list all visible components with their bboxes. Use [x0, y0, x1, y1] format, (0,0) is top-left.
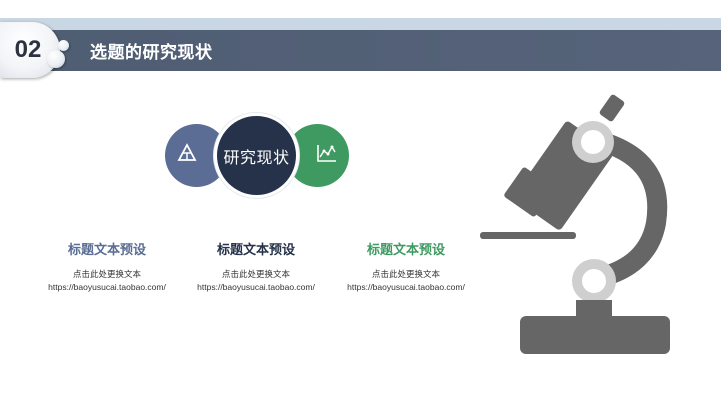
center-circle-label: 研究现状 — [223, 149, 290, 167]
decorative-ball — [47, 50, 65, 68]
column-text-line-1: 点击此处更换文本 — [221, 269, 290, 279]
column-text-line-2: https://baoyusucai.taobao.com/ — [197, 282, 315, 292]
column-title: 标题文本预设 — [67, 242, 146, 257]
column-text-line-1: 点击此处更换文本 — [72, 269, 141, 279]
column-text-line-2: https://baoyusucai.taobao.com/ — [48, 282, 166, 292]
column-title: 标题文本预设 — [366, 242, 445, 257]
line-chart-icon — [316, 143, 338, 168]
header-top-stripe — [0, 18, 721, 30]
text-column-3: 标题文本预设 点击此处更换文本 https://baoyusucai.taoba… — [331, 239, 481, 294]
column-text-line-2: https://baoyusucai.taobao.com/ — [347, 282, 465, 292]
section-number: 02 — [14, 36, 42, 63]
slide: 02 选题的研究现状 研究现状 标题文本预设 点击此处更换文本 https://… — [0, 0, 721, 405]
column-title: 标题文本预设 — [216, 242, 295, 257]
triangle-network-icon — [177, 143, 197, 168]
circle-center: 研究现状 — [214, 113, 299, 198]
column-text-line-1: 点击此处更换文本 — [371, 269, 440, 279]
text-column-1: 标题文本预设 点击此处更换文本 https://baoyusucai.taoba… — [32, 239, 182, 294]
page-title: 选题的研究现状 — [90, 43, 213, 62]
decorative-ball-small — [58, 40, 69, 51]
microscope-icon — [476, 88, 676, 365]
text-column-2: 标题文本预设 点击此处更换文本 https://baoyusucai.taoba… — [181, 239, 331, 294]
